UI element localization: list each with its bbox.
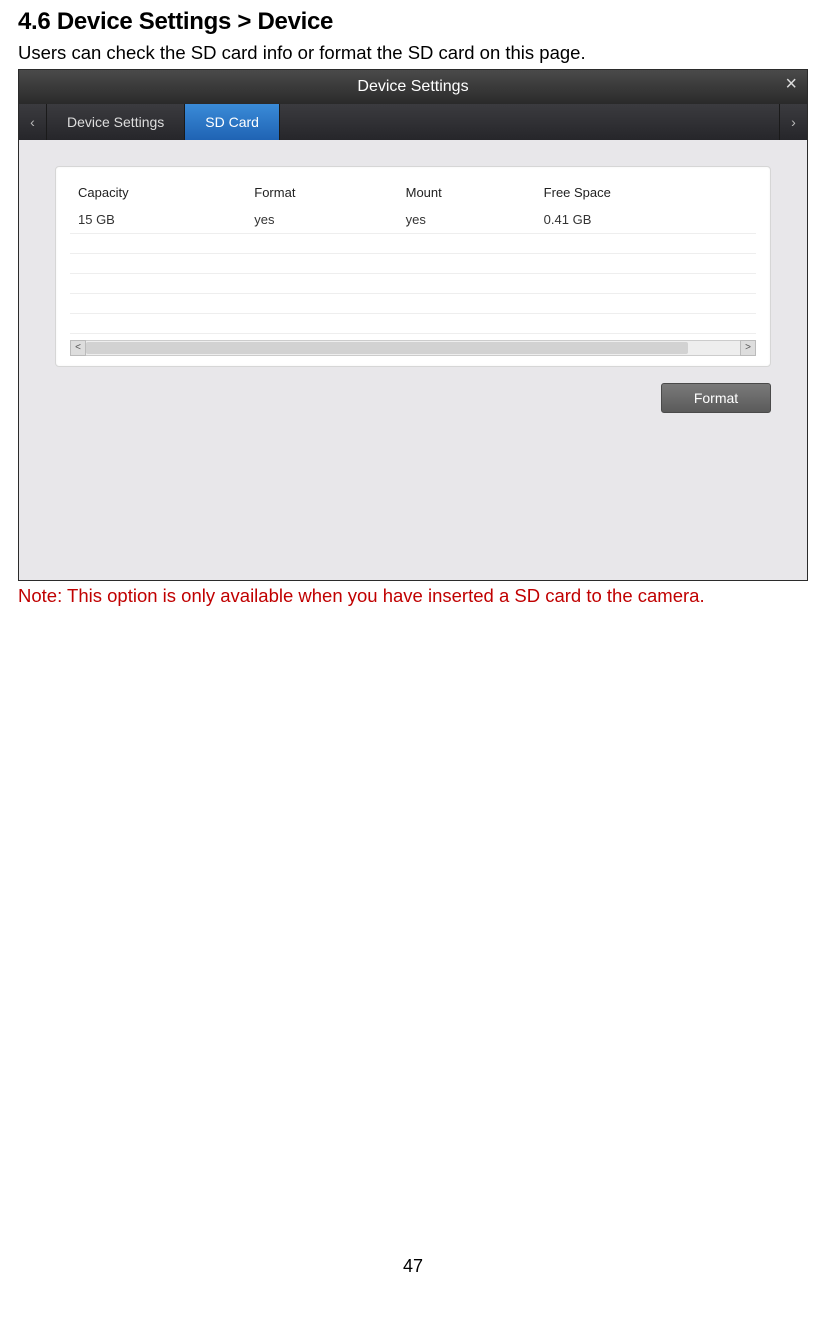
- tab-label: Device Settings: [67, 114, 164, 130]
- col-mount: Mount: [398, 185, 536, 206]
- table-row: [70, 293, 756, 313]
- table-row: [70, 253, 756, 273]
- dialog-body: Capacity Format Mount Free Space 15 GB y…: [19, 140, 807, 580]
- col-free-space: Free Space: [536, 185, 756, 206]
- format-row: Format: [55, 383, 771, 413]
- tab-scroll-right-icon[interactable]: ›: [779, 104, 807, 140]
- tab-bar: ‹ Device Settings SD Card ›: [19, 104, 807, 140]
- tab-spacer: [280, 104, 779, 140]
- table-row[interactable]: 15 GB yes yes 0.41 GB: [70, 206, 756, 234]
- cell-free-space: 0.41 GB: [536, 206, 756, 234]
- scroll-left-icon[interactable]: <: [70, 340, 86, 356]
- horizontal-scrollbar[interactable]: < >: [70, 340, 756, 356]
- scroll-thumb[interactable]: [86, 342, 688, 354]
- tab-sd-card[interactable]: SD Card: [185, 104, 280, 140]
- tab-device-settings[interactable]: Device Settings: [47, 104, 185, 140]
- page-number: 47: [0, 1256, 826, 1277]
- cell-format: yes: [246, 206, 397, 234]
- cell-mount: yes: [398, 206, 536, 234]
- tab-label: SD Card: [205, 114, 259, 130]
- cell-capacity: 15 GB: [70, 206, 246, 234]
- sd-card-table: Capacity Format Mount Free Space 15 GB y…: [70, 185, 756, 334]
- section-heading: 4.6 Device Settings > Device: [18, 8, 808, 36]
- format-button-label: Format: [694, 390, 738, 406]
- table-row: [70, 273, 756, 293]
- table-row: [70, 313, 756, 333]
- table-row: [70, 233, 756, 253]
- close-icon[interactable]: ×: [785, 74, 797, 94]
- device-settings-dialog: Device Settings × ‹ Device Settings SD C…: [18, 69, 808, 581]
- scroll-track[interactable]: [86, 340, 740, 356]
- dialog-titlebar: Device Settings ×: [19, 70, 807, 104]
- tab-scroll-left-icon[interactable]: ‹: [19, 104, 47, 140]
- scroll-right-icon[interactable]: >: [740, 340, 756, 356]
- col-format: Format: [246, 185, 397, 206]
- format-button[interactable]: Format: [661, 383, 771, 413]
- intro-text: Users can check the SD card info or form…: [18, 40, 808, 67]
- note-text: Note: This option is only available when…: [18, 583, 808, 610]
- dialog-title: Device Settings: [357, 78, 468, 96]
- sd-card-panel: Capacity Format Mount Free Space 15 GB y…: [55, 166, 771, 367]
- col-capacity: Capacity: [70, 185, 246, 206]
